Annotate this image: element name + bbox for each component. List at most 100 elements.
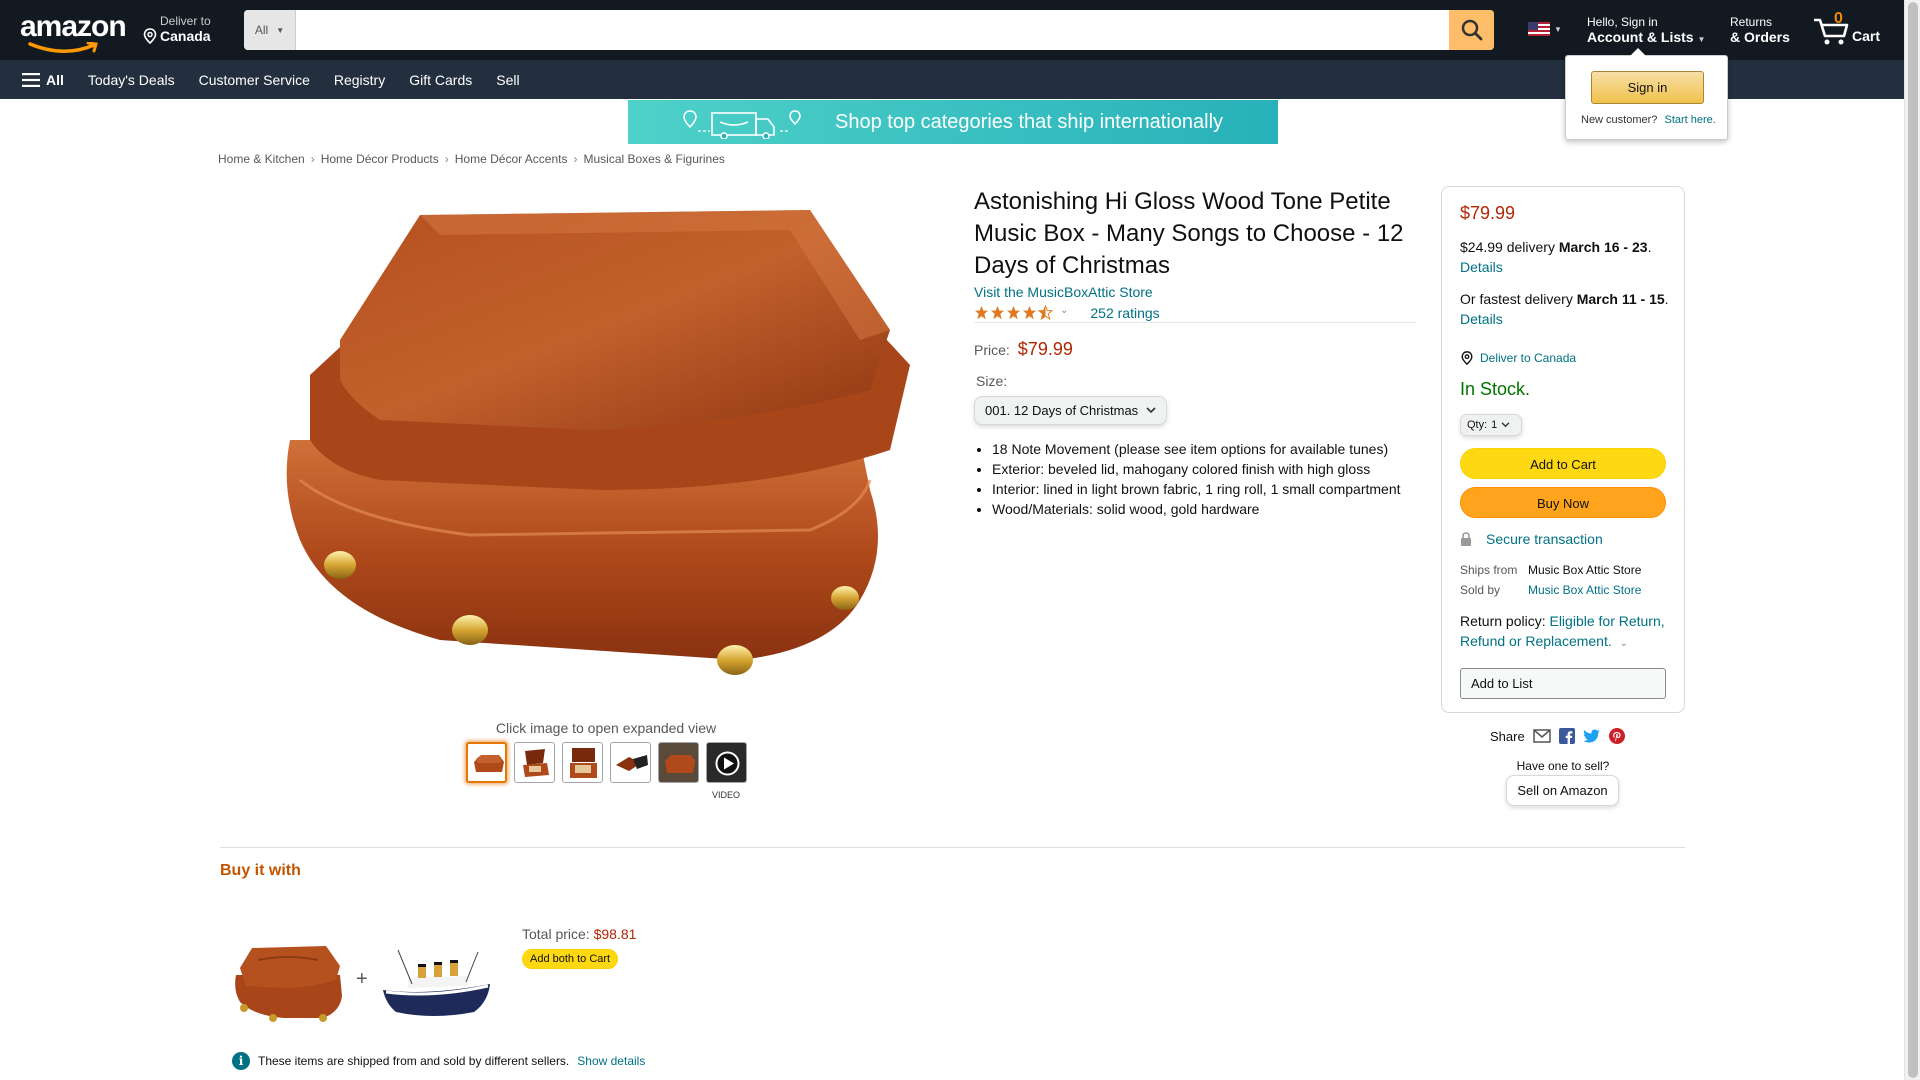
chevron-right-icon: › <box>573 152 578 166</box>
delivery-dates: March 16 - 23 <box>1558 239 1648 255</box>
total-price-value: $98.81 <box>593 926 637 942</box>
ratings-count-link[interactable]: 252 ratings <box>1090 305 1159 321</box>
star-full-icon <box>1006 305 1021 320</box>
store-link[interactable]: Visit the MusicBoxAttic Store <box>974 284 1153 300</box>
size-selected-value: 001. 12 Days of Christmas <box>985 403 1139 418</box>
fastest-delivery-label: Or fastest delivery <box>1460 291 1573 307</box>
cart-button[interactable]: 0 Cart <box>1812 10 1882 50</box>
feature-bullet: Exterior: beveled lid, mahogany colored … <box>992 459 1432 479</box>
international-shipping-banner[interactable]: Shop top categories that ship internatio… <box>628 100 1278 144</box>
fastest-delivery-info: Or fastest delivery March 11 - 15. Detai… <box>1460 291 1669 327</box>
thumbnail-image <box>616 755 648 771</box>
breadcrumb-item[interactable]: Home Décor Accents <box>455 152 568 166</box>
star-rating[interactable]: ⌄ <box>974 305 1068 320</box>
account-label: Account & Lists <box>1587 29 1694 45</box>
delivery-details-link[interactable]: Details <box>1460 259 1503 275</box>
start-here-link[interactable]: Start here. <box>1664 114 1715 126</box>
all-label: All <box>46 71 64 88</box>
search-category-label: All <box>254 23 269 37</box>
chevron-down-icon[interactable]: ⌄ <box>1620 638 1628 649</box>
amazon-logo[interactable]: amazon <box>20 12 127 53</box>
buy-it-with-title: Buy it with <box>220 862 301 879</box>
seller-link[interactable]: Music Box Attic Store <box>1528 583 1641 597</box>
language-selector[interactable]: ▼ <box>1528 22 1562 36</box>
deliver-to-label: Deliver to <box>160 14 211 28</box>
thumbnail-video[interactable] <box>706 742 747 783</box>
size-dropdown[interactable]: 001. 12 Days of Christmas <box>974 396 1167 425</box>
all-menu-button[interactable]: All <box>22 72 64 88</box>
new-customer-text: New customer? <box>1581 114 1658 126</box>
plus-icon: + <box>356 968 368 990</box>
twitter-icon[interactable] <box>1583 729 1601 744</box>
search-category-dropdown[interactable]: All ▼ <box>244 10 296 50</box>
nav-customer-service[interactable]: Customer Service <box>199 72 310 88</box>
thumbnail-4[interactable] <box>610 742 651 783</box>
breadcrumb: Home & Kitchen › Home Décor Products › H… <box>218 152 725 166</box>
search-input[interactable] <box>296 10 1449 50</box>
nav-gift-cards[interactable]: Gift Cards <box>409 72 472 88</box>
price-label: Price: <box>974 342 1010 358</box>
secure-transaction[interactable]: Secure transaction <box>1460 531 1603 547</box>
returns-orders[interactable]: Returns & Orders <box>1730 15 1790 45</box>
thumbnail-strip <box>466 742 747 783</box>
quantity-dropdown[interactable]: Qty: 1 <box>1460 414 1522 436</box>
fastest-details-link[interactable]: Details <box>1460 311 1503 327</box>
nav-todays-deals[interactable]: Today's Deals <box>88 72 175 88</box>
deliver-to[interactable]: Deliver to Canada <box>142 14 211 44</box>
secure-transaction-label: Secure transaction <box>1486 531 1603 547</box>
nav-sell[interactable]: Sell <box>496 72 519 88</box>
thumbnail-image <box>523 749 549 777</box>
delivery-truck-icon <box>683 110 801 139</box>
pinterest-icon[interactable] <box>1608 728 1625 744</box>
search-bar: All ▼ <box>244 10 1494 50</box>
bundle-item-music-box-image[interactable] <box>228 930 348 1025</box>
sold-by-label: Sold by <box>1460 583 1501 597</box>
add-to-cart-button[interactable]: Add to Cart <box>1460 448 1666 479</box>
buy-now-button[interactable]: Buy Now <box>1460 487 1666 518</box>
qty-value: 1 <box>1491 419 1498 431</box>
nav-registry[interactable]: Registry <box>334 72 385 88</box>
add-to-list-button[interactable]: Add to List <box>1460 668 1666 699</box>
email-icon[interactable] <box>1532 729 1551 743</box>
feature-bullet: Interior: lined in light brown fabric, 1… <box>992 479 1432 499</box>
facebook-icon[interactable] <box>1558 728 1575 744</box>
breadcrumb-item[interactable]: Home & Kitchen <box>218 152 305 166</box>
page-scrollbar[interactable] <box>1904 0 1920 1080</box>
search-button[interactable] <box>1449 10 1494 50</box>
thumbnail-1[interactable] <box>466 742 507 783</box>
cart-icon <box>1814 18 1849 45</box>
delivery-cost: $24.99 delivery <box>1460 239 1555 255</box>
different-sellers-note: i These items are shipped from and sold … <box>232 1052 645 1070</box>
location-pin-icon <box>1461 351 1473 365</box>
breadcrumb-item[interactable]: Home Décor Products <box>321 152 439 166</box>
delivery-info: $24.99 delivery March 16 - 23. Details <box>1460 239 1652 275</box>
cart-count: 0 <box>1834 10 1843 27</box>
thumbnail-2[interactable] <box>514 742 555 783</box>
bundle-total: Total price: $98.81 <box>522 926 636 942</box>
signin-button[interactable]: Sign in <box>1591 71 1704 104</box>
search-icon <box>1461 19 1482 41</box>
deliver-to-link[interactable]: Deliver to Canada <box>1460 351 1576 365</box>
caret-down-icon: ▼ <box>1697 35 1706 44</box>
share-label: Share <box>1490 728 1525 744</box>
lock-icon <box>1461 532 1471 546</box>
section-divider <box>220 847 1685 848</box>
feature-bullet: 18 Note Movement (please see item option… <box>992 439 1432 459</box>
signin-flyout: Sign in New customer? Start here. <box>1565 48 1728 140</box>
buybox-price: $79.99 <box>1460 203 1516 223</box>
show-details-link[interactable]: Show details <box>577 1054 645 1068</box>
thumbnail-5[interactable] <box>658 742 699 783</box>
fastest-delivery-dates: March 11 - 15 <box>1576 291 1665 307</box>
star-half-icon <box>1038 305 1053 320</box>
sell-on-amazon-button[interactable]: Sell on Amazon <box>1506 775 1619 806</box>
deliver-to-text: Deliver to Canada <box>1480 351 1577 365</box>
product-main-image[interactable] <box>270 190 950 710</box>
scrollbar-thumb[interactable] <box>1908 2 1918 1078</box>
breadcrumb-item[interactable]: Musical Boxes & Figurines <box>583 152 724 166</box>
info-icon: i <box>232 1052 250 1070</box>
have-one-to-sell: Have one to sell? <box>1516 759 1610 773</box>
add-both-to-cart-button[interactable]: Add both to Cart <box>522 949 619 969</box>
account-lists[interactable]: Hello, Sign in Account & Lists ▼ <box>1587 15 1705 45</box>
thumbnail-3[interactable] <box>562 742 603 783</box>
bundle-item-ship-image[interactable] <box>378 940 498 1025</box>
